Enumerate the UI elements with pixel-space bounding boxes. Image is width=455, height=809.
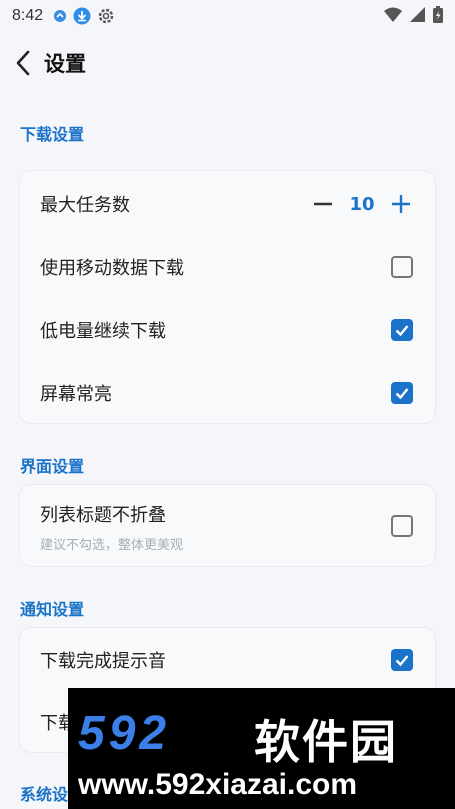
status-time: 8:42 — [12, 7, 44, 24]
battery-icon — [433, 5, 443, 27]
back-button[interactable] — [8, 43, 38, 83]
section-title-notify: 通知设置 — [20, 600, 85, 619]
mobile-data-checkbox[interactable] — [391, 256, 413, 278]
section-title-interface: 界面设置 — [20, 457, 85, 476]
decrement-button[interactable] — [311, 192, 335, 216]
fold-title-row[interactable]: 列表标题不折叠 建议不勾选，整体更美观 — [20, 485, 435, 568]
screen-on-row[interactable]: 屏幕常亮 — [20, 363, 435, 423]
app-notification-icon — [53, 9, 67, 23]
page-title: 设置 — [44, 52, 86, 76]
fold-title-checkbox[interactable] — [391, 515, 413, 537]
max-tasks-label: 最大任务数 — [40, 195, 130, 216]
section-title-system: 系统设 — [20, 785, 69, 804]
checkmark-icon — [395, 325, 409, 337]
increment-button[interactable] — [389, 192, 413, 216]
section-title-download: 下载设置 — [20, 125, 85, 144]
checkmark-icon — [395, 388, 409, 400]
mobile-data-label: 使用移动数据下载 — [40, 258, 184, 279]
chevron-left-icon — [16, 50, 30, 76]
minus-icon — [314, 202, 332, 206]
low-battery-checkbox[interactable] — [391, 319, 413, 341]
watermark-brand-number: 592 — [78, 707, 171, 760]
watermark-overlay: 592 软件园 www.592xiazai.com — [68, 688, 455, 809]
checkmark-icon — [395, 655, 409, 667]
low-battery-label: 低电量继续下载 — [40, 321, 166, 342]
screen-on-label: 屏幕常亮 — [40, 384, 112, 405]
interface-settings-card: 列表标题不折叠 建议不勾选，整体更美观 — [19, 484, 436, 567]
fold-title-label: 列表标题不折叠 — [40, 505, 166, 526]
sound-label: 下载完成提示音 — [40, 651, 166, 672]
low-battery-row[interactable]: 低电量继续下载 — [20, 300, 435, 360]
watermark-brand-name: 软件园 — [254, 715, 398, 769]
sound-checkbox[interactable] — [391, 649, 413, 671]
max-tasks-row: 最大任务数 10 — [20, 174, 435, 234]
sound-row[interactable]: 下载完成提示音 — [20, 630, 435, 690]
watermark-url: www.592xiazai.com — [78, 768, 358, 801]
screen-on-checkbox[interactable] — [391, 382, 413, 404]
fold-title-hint: 建议不勾选，整体更美观 — [40, 538, 184, 553]
signal-icon — [410, 6, 425, 26]
max-tasks-value: 10 — [349, 193, 375, 215]
mobile-data-row[interactable]: 使用移动数据下载 — [20, 237, 435, 297]
status-bar: 8:42 — [0, 0, 455, 32]
max-tasks-stepper: 10 — [311, 192, 413, 216]
wifi-icon — [384, 7, 402, 26]
download-icon — [73, 7, 91, 25]
plus-icon — [392, 195, 410, 213]
settings-icon — [97, 7, 115, 25]
download-settings-card: 最大任务数 10 使用移动数据下载 低电量继续下载 屏幕常亮 — [19, 170, 436, 424]
app-header: 设置 — [0, 38, 455, 88]
